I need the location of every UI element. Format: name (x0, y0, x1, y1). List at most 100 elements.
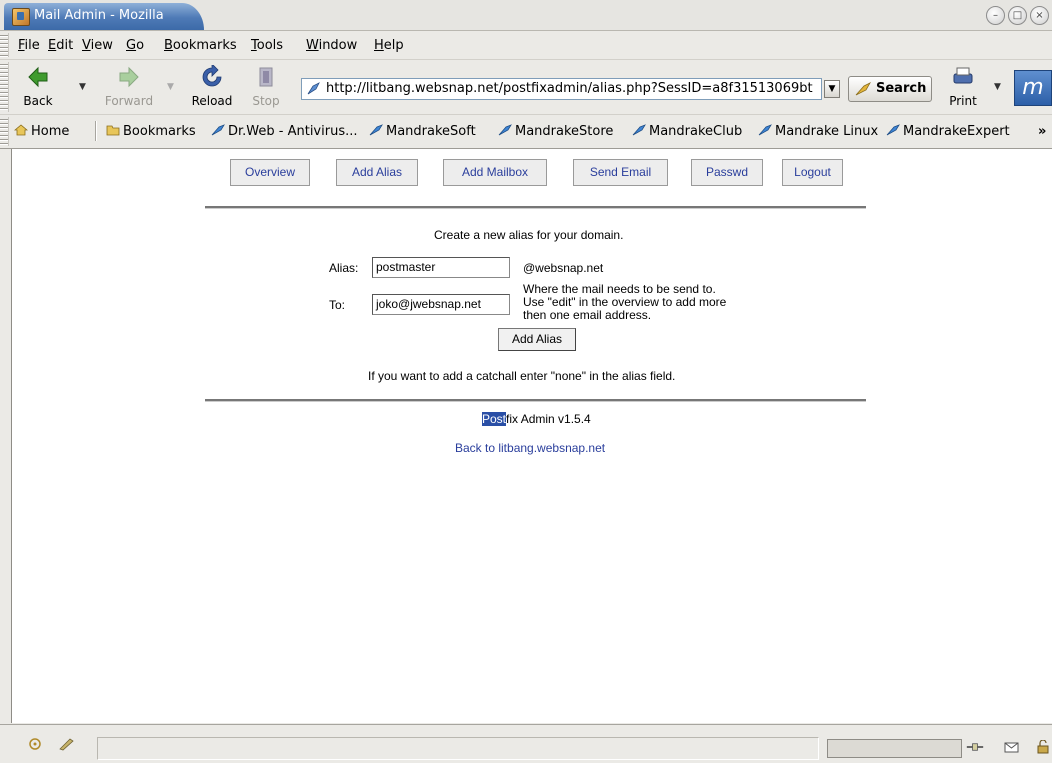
bookmark-icon (211, 124, 225, 136)
menu-window[interactable]: Window (306, 38, 357, 53)
component-bar-icon[interactable] (26, 737, 44, 751)
forward-dropdown-icon[interactable]: ▼ (167, 82, 174, 92)
back-dropdown-icon[interactable]: ▼ (79, 82, 86, 92)
online-status-icon[interactable] (966, 740, 984, 754)
close-icon[interactable]: × (1030, 6, 1049, 25)
page-content: Overview Add Alias Add Mailbox Send Emai… (11, 149, 1052, 723)
menu-go-rest: o (136, 38, 145, 53)
tab-add-mailbox[interactable]: Add Mailbox (443, 159, 547, 186)
security-lock-icon[interactable] (1036, 740, 1050, 754)
bookmark-icon (632, 124, 646, 136)
menu-go[interactable]: Go (126, 38, 144, 53)
url-text[interactable]: http://litbang.websnap.net/postfixadmin/… (326, 79, 813, 99)
url-history-dropdown-icon[interactable]: ▼ (824, 80, 840, 98)
footer-version: Postfix Admin v1.5.4 (482, 412, 591, 426)
url-bar[interactable]: http://litbang.websnap.net/postfixadmin/… (301, 78, 822, 100)
bookmark-home[interactable]: Home (14, 124, 69, 139)
bookmark-label: MandrakeExpert (903, 124, 1010, 139)
to-input[interactable]: joko@jwebsnap.net (372, 294, 510, 315)
to-help-line-2: Use "edit" in the overview to add more (523, 295, 727, 309)
print-button[interactable]: Print (945, 65, 981, 108)
window-title: Mail Admin - Mozilla (34, 8, 164, 23)
form-intro: Create a new alias for your domain. (434, 228, 624, 242)
bookmarks-overflow-chevron-icon[interactable]: » (1038, 124, 1046, 139)
title-bar: Mail Admin - Mozilla – □ × (0, 0, 1052, 31)
bookmark-mandrakeexpert[interactable]: MandrakeExpert (886, 124, 1010, 139)
mail-envelope-icon[interactable] (1003, 740, 1021, 754)
footer-selected-text: Post (482, 412, 507, 426)
back-to-site-link[interactable]: Back to litbang.websnap.net (455, 441, 605, 455)
alias-input[interactable]: postmaster (372, 257, 510, 278)
bookmark-icon (498, 124, 512, 136)
stop-button[interactable]: Stop (246, 65, 286, 108)
bookmark-label: Bookmarks (123, 124, 196, 139)
mandrake-logo-icon[interactable]: m (1014, 70, 1052, 106)
bookmark-mandrakesoft[interactable]: MandrakeSoft (369, 124, 476, 139)
menu-window-rest: indow (318, 38, 358, 53)
progress-meter (827, 739, 962, 758)
composer-pen-icon[interactable] (58, 737, 76, 751)
reload-button[interactable]: Reload (187, 65, 237, 108)
back-label: Back (23, 94, 53, 108)
bookmarks-toolbar-grip[interactable] (0, 117, 9, 146)
bookmark-drweb[interactable]: Dr.Web - Antivirus... (211, 124, 358, 139)
bookmark-mandrakestore[interactable]: MandrakeStore (498, 124, 613, 139)
catchall-note: If you want to add a catchall enter "non… (368, 369, 676, 383)
bookmark-separator (95, 121, 97, 141)
page-proxy-icon[interactable] (307, 82, 320, 95)
bookmark-mandrake-linux[interactable]: Mandrake Linux (758, 124, 878, 139)
bottom-divider (205, 399, 866, 402)
maximize-icon[interactable]: □ (1008, 6, 1027, 25)
menu-edit[interactable]: Edit (48, 38, 73, 53)
menu-bar-grip[interactable] (0, 33, 9, 57)
bookmark-label: MandrakeSoft (386, 124, 476, 139)
forward-arrow-icon (119, 66, 139, 88)
search-icon (855, 82, 871, 96)
menu-edit-mnemonic: E (48, 38, 57, 53)
bookmark-bookmarks-folder[interactable]: Bookmarks (106, 124, 196, 139)
menu-help-rest: elp (383, 38, 404, 53)
menu-help-mnemonic: H (374, 38, 384, 53)
tab-send-email[interactable]: Send Email (573, 159, 668, 186)
print-label: Print (949, 94, 977, 108)
bookmark-label: MandrakeClub (649, 124, 743, 139)
menu-tools-rest: ools (256, 38, 284, 53)
menu-bookmarks-rest: ookmarks (172, 38, 237, 53)
add-alias-submit-button[interactable]: Add Alias (498, 328, 576, 351)
bookmarks-folder-icon (106, 125, 120, 136)
menu-bookmarks[interactable]: Bookmarks (164, 38, 237, 53)
minimize-icon[interactable]: – (986, 6, 1005, 25)
forward-label: Forward (104, 94, 154, 108)
reload-label: Reload (191, 94, 233, 108)
menu-window-mnemonic: W (306, 38, 319, 53)
back-button[interactable]: Back (18, 65, 58, 108)
menu-view[interactable]: View (82, 38, 113, 53)
menu-file-rest: ile (24, 38, 40, 53)
alias-label: Alias: (329, 261, 359, 275)
footer-version-rest: fix Admin v1.5.4 (506, 412, 591, 426)
to-help-line-3: then one email address. (523, 308, 652, 322)
bookmark-label: Home (31, 124, 70, 139)
tab-add-alias[interactable]: Add Alias (336, 159, 418, 186)
forward-button[interactable]: Forward (100, 65, 158, 108)
window-title-tab[interactable]: Mail Admin - Mozilla (4, 3, 204, 30)
tab-overview[interactable]: Overview (230, 159, 310, 186)
menu-help[interactable]: Help (374, 38, 404, 53)
menu-file[interactable]: File (18, 38, 40, 53)
print-dropdown-icon[interactable]: ▼ (994, 82, 1001, 92)
mozilla-app-icon[interactable] (12, 8, 30, 26)
to-help-line-1: Where the mail needs to be send to. (523, 282, 716, 296)
tab-passwd[interactable]: Passwd (691, 159, 763, 186)
bookmark-label: Mandrake Linux (775, 124, 879, 139)
bookmark-icon (369, 124, 383, 136)
menu-tools[interactable]: Tools (251, 38, 283, 53)
search-button[interactable]: Search (848, 76, 932, 102)
tab-logout[interactable]: Logout (782, 159, 843, 186)
to-label: To: (329, 298, 346, 312)
menu-bookmarks-mnemonic: B (164, 38, 173, 53)
nav-toolbar-grip[interactable] (0, 62, 9, 112)
bookmark-label: Dr.Web - Antivirus... (228, 124, 358, 139)
bookmark-icon (886, 124, 900, 136)
bookmark-label: MandrakeStore (515, 124, 614, 139)
bookmark-mandrakeclub[interactable]: MandrakeClub (632, 124, 742, 139)
